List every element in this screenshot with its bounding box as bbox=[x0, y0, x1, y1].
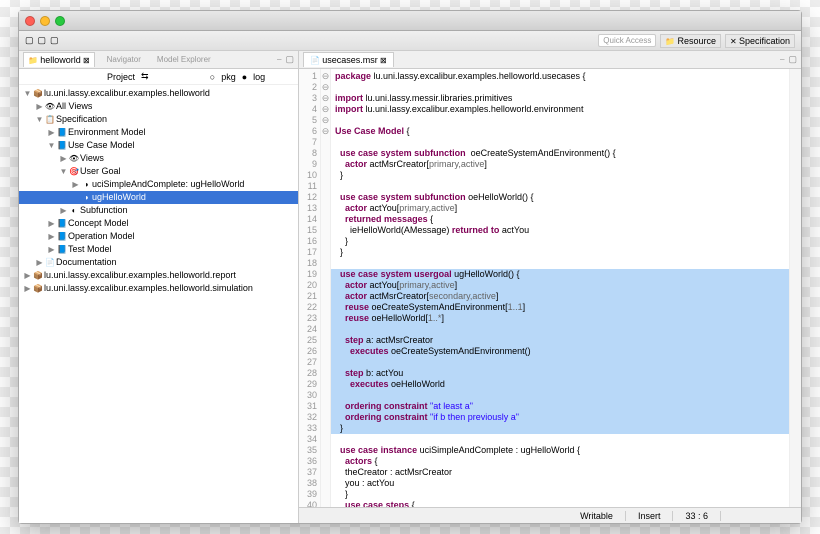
tree-node[interactable]: ▶👁All Views bbox=[19, 100, 298, 113]
minimize-icon[interactable] bbox=[40, 16, 50, 26]
tree-node[interactable]: ▶📄Documentation bbox=[19, 256, 298, 269]
tree-node[interactable]: ▶👁Views bbox=[19, 152, 298, 165]
filter-pkg[interactable]: pkg bbox=[221, 72, 236, 82]
ide-window: ▢ ▢ ▢ Quick Access 📁 Resource ✕ Specific… bbox=[18, 10, 802, 524]
tree-node[interactable]: ▶◑uciSimpleAndComplete: ugHelloWorld bbox=[19, 178, 298, 191]
tree-node[interactable]: ▶📦lu.uni.lassy.excalibur.examples.hellow… bbox=[19, 269, 298, 282]
tree-node[interactable]: ◑ugHelloWorld bbox=[19, 191, 298, 204]
project-toolbar: Project ⇆ ○pkg ●log bbox=[19, 69, 298, 85]
editor-tab[interactable]: 📄 usecases.msr ⊠ bbox=[303, 52, 394, 67]
tree-node[interactable]: ▶📘Operation Model bbox=[19, 230, 298, 243]
status-mode: Insert bbox=[626, 511, 674, 521]
left-panel: 📁 helloworld ⊠ Navigator Model Explorer … bbox=[19, 51, 299, 523]
collapse-icon[interactable]: ⇆ bbox=[141, 71, 149, 82]
tree-node[interactable]: ▼📘Use Case Model bbox=[19, 139, 298, 152]
minimize-view-icon[interactable]: ⎯ bbox=[277, 54, 282, 65]
tree-node[interactable]: ▶📘Test Model bbox=[19, 243, 298, 256]
editor-area: 📄 usecases.msr ⊠ ⎯▢ 12345678910111213141… bbox=[299, 51, 801, 523]
project-label: Project bbox=[107, 72, 135, 82]
tab-model-explorer[interactable]: Model Explorer bbox=[153, 53, 215, 66]
tab-navigator[interactable]: Navigator bbox=[103, 53, 145, 66]
tree-node[interactable]: ▼📋Specification bbox=[19, 113, 298, 126]
toolbar-icon[interactable]: ▢ bbox=[25, 35, 34, 46]
maximize-editor-icon[interactable]: ▢ bbox=[788, 54, 797, 65]
perspective-button[interactable]: 📁 Resource bbox=[660, 34, 721, 48]
project-tree[interactable]: ▼📦lu.uni.lassy.excalibur.examples.hellow… bbox=[19, 85, 298, 523]
close-icon[interactable] bbox=[25, 16, 35, 26]
tree-node[interactable]: ▼📦lu.uni.lassy.excalibur.examples.hellow… bbox=[19, 87, 298, 100]
maximize-view-icon[interactable]: ▢ bbox=[285, 54, 294, 65]
code-editor[interactable]: 1234567891011121314151617181920212223242… bbox=[299, 69, 801, 507]
tree-node[interactable]: ▶📘Concept Model bbox=[19, 217, 298, 230]
toolbar-icon[interactable]: ▢ bbox=[38, 35, 47, 46]
status-bar: Writable Insert 33 : 6 bbox=[299, 507, 801, 523]
status-writable: Writable bbox=[568, 511, 626, 521]
perspective-button[interactable]: ✕ Specification bbox=[725, 34, 795, 48]
overview-ruler[interactable] bbox=[789, 69, 801, 507]
view-tabs: 📁 helloworld ⊠ Navigator Model Explorer … bbox=[19, 51, 298, 69]
code-content[interactable]: package lu.uni.lassy.excalibur.examples.… bbox=[331, 69, 789, 507]
titlebar[interactable] bbox=[19, 11, 801, 31]
status-cursor: 33 : 6 bbox=[673, 511, 721, 521]
minimize-editor-icon[interactable]: ⎯ bbox=[780, 54, 785, 65]
filter-log[interactable]: log bbox=[253, 72, 265, 82]
tree-node[interactable]: ▼🎯User Goal bbox=[19, 165, 298, 178]
tab-helloworld[interactable]: 📁 helloworld ⊠ bbox=[23, 52, 95, 67]
editor-tabs: 📄 usecases.msr ⊠ ⎯▢ bbox=[299, 51, 801, 69]
line-gutter: 1234567891011121314151617181920212223242… bbox=[299, 69, 321, 507]
quick-access-input[interactable]: Quick Access bbox=[598, 34, 656, 47]
tree-node[interactable]: ▶📘Environment Model bbox=[19, 126, 298, 139]
zoom-icon[interactable] bbox=[55, 16, 65, 26]
main-toolbar: ▢ ▢ ▢ Quick Access 📁 Resource ✕ Specific… bbox=[19, 31, 801, 51]
fold-gutter[interactable]: ⊖⊖⊖⊖⊖⊖ bbox=[321, 69, 331, 507]
toolbar-icon[interactable]: ▢ bbox=[50, 35, 59, 46]
tree-node[interactable]: ▶◐Subfunction bbox=[19, 204, 298, 217]
tree-node[interactable]: ▶📦lu.uni.lassy.excalibur.examples.hellow… bbox=[19, 282, 298, 295]
